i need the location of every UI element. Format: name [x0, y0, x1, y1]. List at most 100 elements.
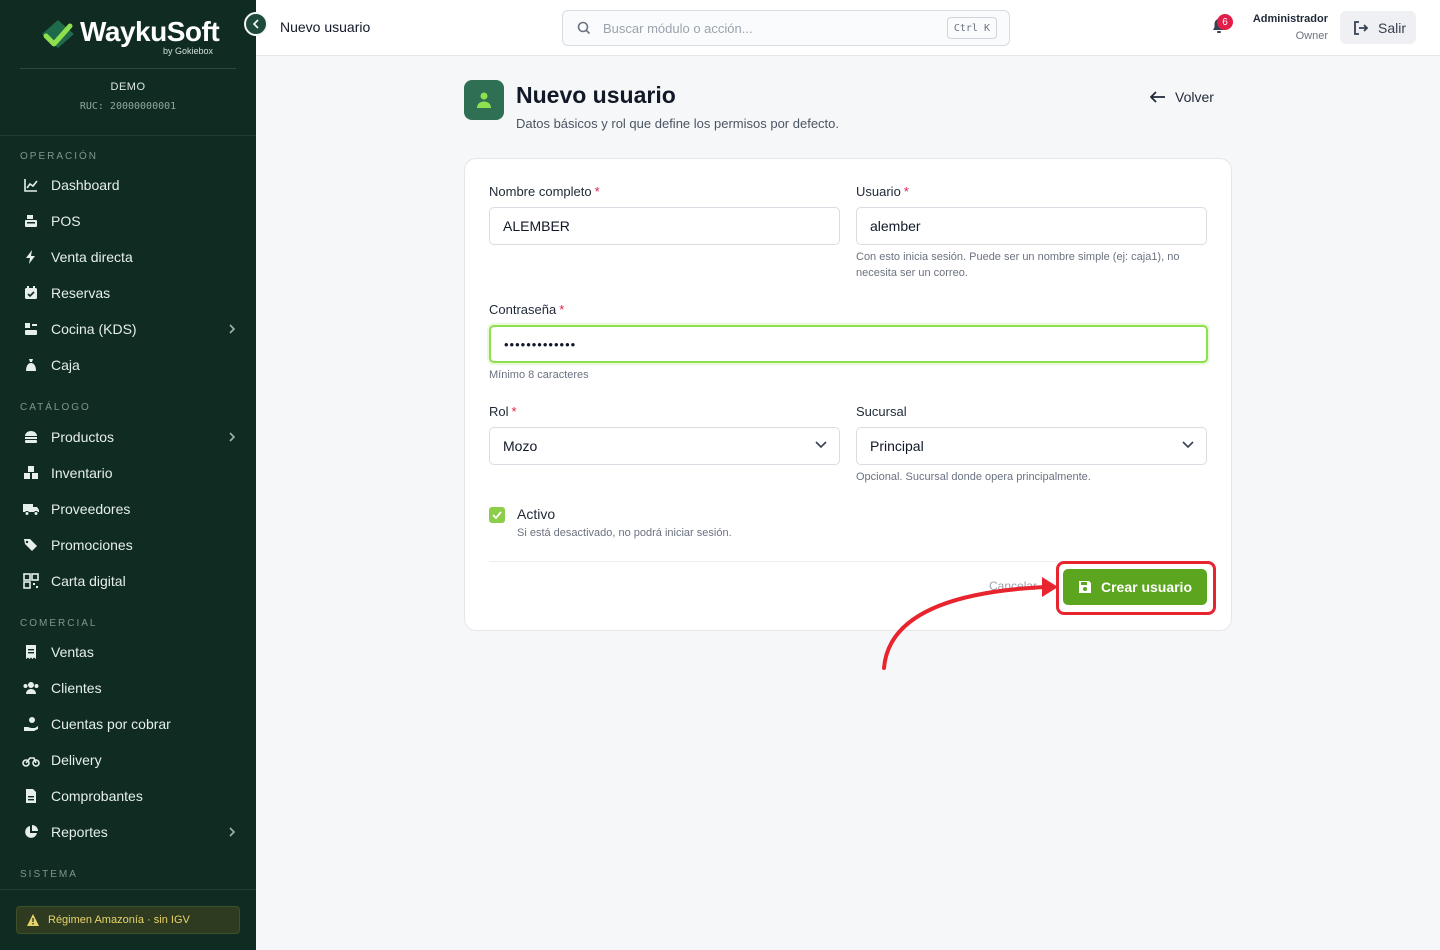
sidebar-item-label: Clientes	[51, 680, 102, 696]
username-input[interactable]	[870, 218, 1206, 234]
brand-name: WaykuSoft	[80, 16, 220, 47]
brand-block: WaykuSoft by Gokiebox DEMO RUC: 20000000…	[0, 0, 256, 136]
company-ruc: RUC: 20000000001	[79, 101, 177, 112]
calendar-check-icon	[22, 284, 40, 302]
logout-button[interactable]: Salir	[1340, 11, 1416, 44]
boxes-icon	[22, 464, 40, 482]
role-select[interactable]: Mozo	[489, 427, 840, 465]
hand-coin-icon	[22, 715, 40, 733]
username-label: Usuario *	[856, 184, 909, 199]
kitchen-icon	[22, 320, 40, 338]
sidebar-item-label: Dashboard	[51, 177, 120, 193]
sidebar-item-label: Promociones	[51, 537, 133, 553]
line-chart-icon	[22, 176, 40, 194]
money-bag-icon	[22, 356, 40, 374]
sidebar-item-label: Cuentas por cobrar	[51, 716, 171, 732]
search-box[interactable]: Ctrl K	[562, 10, 1010, 46]
collapse-sidebar-button[interactable]	[244, 12, 268, 36]
burger-icon	[22, 428, 40, 446]
warning-icon	[26, 913, 40, 927]
sidebar-item-label: Caja	[51, 357, 80, 373]
search-input[interactable]	[603, 20, 933, 36]
file-invoice-icon	[22, 787, 40, 805]
cash-register-icon	[22, 212, 40, 230]
branch-selected-value: Principal	[870, 438, 924, 454]
active-label: Activo	[517, 506, 556, 522]
sidebar-item-label: Ventas	[51, 644, 94, 660]
shortcut-hint: Ctrl K	[946, 17, 997, 39]
sidebar-item-label: Carta digital	[51, 573, 126, 589]
sidebar-item-comprobantes[interactable]: Comprobantes	[16, 780, 244, 812]
notification-count-badge: 6	[1217, 14, 1233, 30]
full-name-input[interactable]	[503, 218, 839, 234]
motorcycle-icon	[22, 751, 40, 769]
branch-select[interactable]: Principal	[856, 427, 1207, 465]
section-comercial: COMERCIAL	[20, 618, 98, 629]
sidebar: WaykuSoft by Gokiebox DEMO RUC: 20000000…	[0, 0, 256, 950]
section-sistema: SISTEMA	[20, 869, 78, 880]
sidebar-item-productos[interactable]: Productos	[16, 421, 244, 453]
page-title: Nuevo usuario	[516, 82, 676, 108]
sidebar-item-clientes[interactable]: Clientes	[16, 672, 244, 704]
page-subtitle: Datos básicos y rol que define los permi…	[516, 116, 840, 131]
sidebar-item-ventas[interactable]: Ventas	[16, 636, 244, 668]
sidebar-item-inventario[interactable]: Inventario	[16, 457, 244, 489]
annotation-highlight-box	[1056, 561, 1216, 615]
waykusoft-logo-icon	[38, 16, 78, 52]
sidebar-item-dashboard[interactable]: Dashboard	[16, 169, 244, 201]
sidebar-item-label: Venta directa	[51, 249, 133, 265]
sidebar-item-proveedores[interactable]: Proveedores	[16, 493, 244, 525]
topbar: Nuevo usuario Ctrl K 6 Administrador Own…	[244, 0, 1440, 56]
sidebar-item-label: Inventario	[51, 465, 113, 481]
brand-sub: by Gokiebox	[163, 46, 214, 56]
search-icon	[577, 21, 591, 35]
sidebar-item-label: Reservas	[51, 285, 111, 301]
truck-icon	[22, 500, 40, 518]
sidebar-item-reservas[interactable]: Reservas	[16, 277, 244, 309]
breadcrumb: Nuevo usuario	[280, 19, 371, 35]
sidebar-item-label: Delivery	[51, 752, 102, 768]
section-operacion: OPERACIÓN	[20, 151, 99, 162]
sidebar-item-cocina[interactable]: Cocina (KDS)	[16, 313, 244, 345]
sidebar-item-reportes[interactable]: Reportes	[16, 816, 244, 848]
sidebar-item-delivery[interactable]: Delivery	[16, 744, 244, 776]
sidebar-item-promociones[interactable]: Promociones	[16, 529, 244, 561]
regimen-badge: Régimen Amazonía · sin IGV	[16, 906, 240, 934]
required-mark: *	[594, 184, 600, 199]
pie-chart-icon	[22, 823, 40, 841]
brand-divider	[20, 68, 236, 69]
check-icon	[492, 511, 502, 519]
username-field[interactable]	[856, 207, 1207, 245]
sidebar-item-pos[interactable]: POS	[16, 205, 244, 237]
full-name-label: Nombre completo *	[489, 184, 600, 199]
password-hint: Mínimo 8 caracteres	[489, 369, 589, 381]
user-role: Owner	[1295, 30, 1328, 42]
sidebar-item-caja[interactable]: Caja	[16, 349, 244, 381]
section-catalogo: CATÁLOGO	[20, 402, 91, 413]
tags-icon	[22, 536, 40, 554]
qr-code-icon	[22, 572, 40, 590]
chevron-right-icon	[228, 322, 236, 338]
required-mark: *	[511, 404, 517, 419]
required-mark: *	[559, 302, 565, 317]
username-hint: Con esto inicia sesión. Puede ser un nom…	[856, 251, 1180, 279]
back-label: Volver	[1175, 89, 1214, 105]
company-name: DEMO	[110, 81, 146, 93]
required-mark: *	[903, 184, 909, 199]
chevron-right-icon	[228, 825, 236, 841]
role-label-text: Rol	[489, 404, 509, 419]
active-checkbox[interactable]	[489, 507, 505, 523]
user-name: Administrador	[1252, 13, 1328, 25]
sidebar-item-venta-directa[interactable]: Venta directa	[16, 241, 244, 273]
sidebar-item-label: POS	[51, 213, 81, 229]
full-name-field[interactable]	[489, 207, 840, 245]
chevron-down-icon	[815, 441, 827, 449]
password-field[interactable]: •••••••••••••	[489, 325, 1208, 363]
active-hint: Si está desactivado, no podrá iniciar se…	[517, 527, 732, 539]
back-button[interactable]: Volver	[1150, 89, 1214, 105]
logout-label: Salir	[1378, 19, 1407, 36]
password-input[interactable]: •••••••••••••	[504, 337, 576, 352]
sidebar-item-carta-digital[interactable]: Carta digital	[16, 565, 244, 597]
user-icon	[464, 80, 504, 120]
sidebar-item-cuentas-por-cobrar[interactable]: Cuentas por cobrar	[16, 708, 244, 740]
